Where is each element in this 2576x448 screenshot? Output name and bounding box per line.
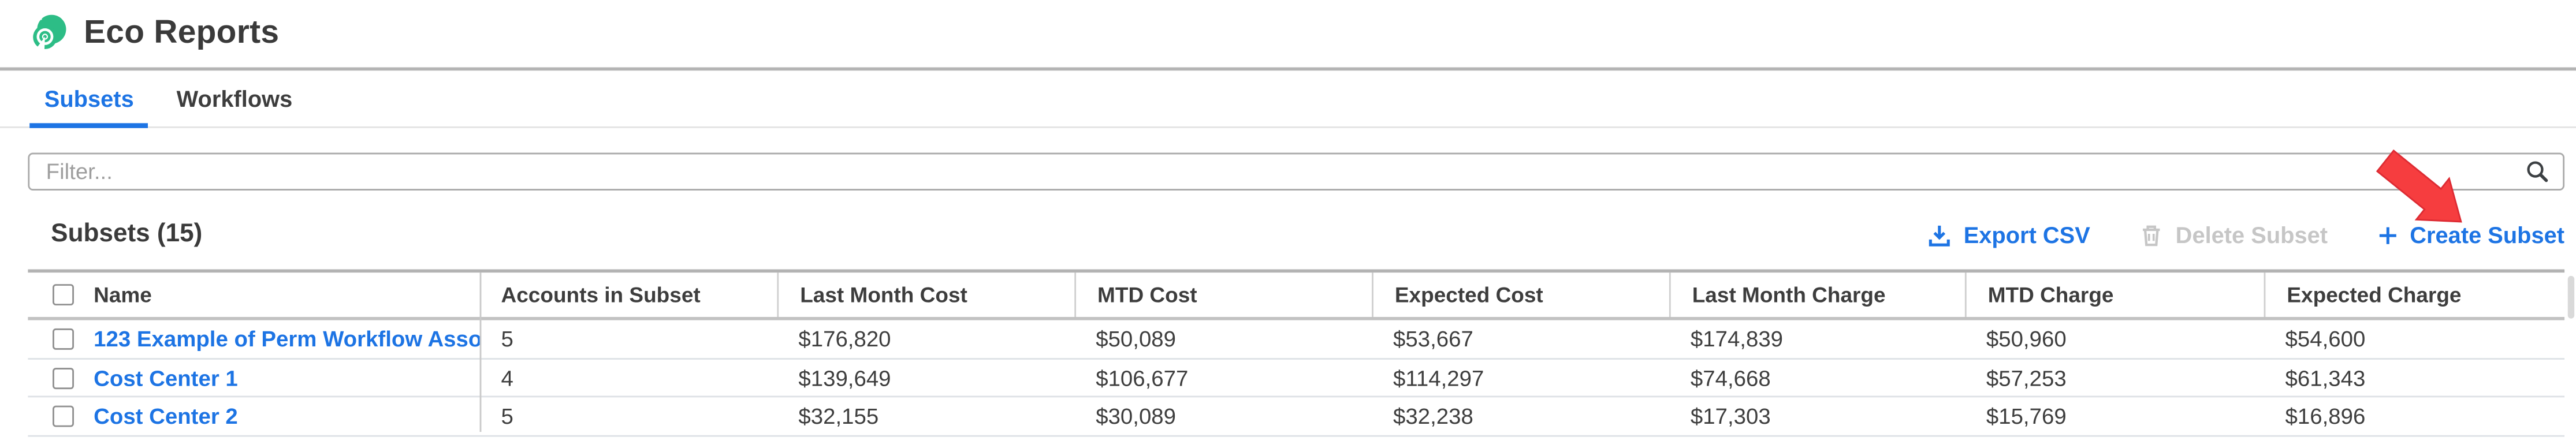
header-cell-last-month-charge: Last Month Charge: [1669, 273, 1965, 318]
mtd-charge-cell: $50,960: [1965, 321, 2264, 358]
expected-cost-cell: $114,297: [1372, 360, 1669, 397]
mtd-cost-cell: $50,089: [1074, 321, 1372, 358]
subset-name-link[interactable]: Cost Center 2: [94, 404, 238, 429]
row-checkbox[interactable]: [53, 367, 74, 389]
expected-cost-cell: $53,667: [1372, 321, 1669, 358]
eco-reports-page: Eco Reports Subsets Workflows Subsets (1…: [0, 0, 2576, 448]
filter-input[interactable]: [28, 153, 2564, 191]
mtd-cost-cell: $106,677: [1074, 360, 1372, 397]
name-column-divider: [479, 273, 481, 432]
download-icon: [1927, 222, 1952, 247]
last-month-charge-cell: $174,839: [1669, 321, 1965, 358]
app-header: Eco Reports: [0, 0, 2576, 70]
table-row: Cost Center 2 5 $32,155 $30,089 $32,238 …: [28, 398, 2564, 436]
expected-charge-cell: $54,600: [2264, 321, 2565, 358]
accounts-in-subset-cell: 5: [480, 398, 777, 435]
header-cell-name: Name: [28, 273, 479, 318]
header-cell-accounts: Accounts in Subset: [480, 273, 777, 318]
name-cell: 123 Example of Perm Workflow Association: [28, 321, 479, 358]
header-name-label: Name: [94, 283, 152, 308]
last-month-cost-cell: $139,649: [777, 360, 1074, 397]
tab-workflows-label: Workflows: [177, 85, 293, 112]
last-month-charge-cell: $74,668: [1669, 360, 1965, 397]
expected-charge-cell: $61,343: [2264, 360, 2565, 397]
page-title: Eco Reports: [84, 15, 279, 53]
accounts-in-subset-cell: 5: [480, 321, 777, 358]
trash-icon: [2139, 222, 2164, 247]
eco-logo-icon: [29, 15, 67, 53]
export-csv-label: Export CSV: [1964, 222, 2090, 248]
header-cell-mtd-charge: MTD Charge: [1965, 273, 2264, 318]
table-row: 123 Example of Perm Workflow Association…: [28, 321, 2564, 360]
mtd-charge-cell: $15,769: [1965, 398, 2264, 435]
table-header-row: Name Accounts in Subset Last Month Cost …: [28, 273, 2564, 320]
export-csv-button[interactable]: Export CSV: [1927, 222, 2090, 248]
create-subset-button[interactable]: Create Subset: [2377, 222, 2564, 248]
table-row: Cost Center 1 4 $139,649 $106,677 $114,2…: [28, 360, 2564, 398]
select-all-checkbox[interactable]: [53, 285, 74, 306]
mtd-charge-cell: $57,253: [1965, 360, 2264, 397]
table-actions: Export CSV Delete Subset Create Subset: [1878, 222, 2564, 248]
expected-cost-cell: $32,238: [1372, 398, 1669, 435]
tab-subsets-label: Subsets: [44, 85, 134, 112]
row-checkbox[interactable]: [53, 406, 74, 427]
section-title: Subsets (15): [51, 220, 202, 249]
tab-bar: Subsets Workflows: [0, 70, 2576, 128]
header-cell-expected-cost: Expected Cost: [1372, 273, 1669, 318]
expected-charge-cell: $16,896: [2264, 398, 2565, 435]
subsets-table: Name Accounts in Subset Last Month Cost …: [28, 270, 2564, 437]
section-bar: Subsets (15) Export CSV Delete Subset: [28, 210, 2564, 259]
table-body: 123 Example of Perm Workflow Association…: [28, 321, 2564, 437]
last-month-cost-cell: $176,820: [777, 321, 1074, 358]
plus-icon: [2377, 224, 2398, 245]
filter-bar: [28, 153, 2564, 191]
tab-workflows[interactable]: Workflows: [162, 70, 307, 126]
subset-name-link[interactable]: 123 Example of Perm Workflow Association: [94, 327, 479, 352]
header-cell-expected-charge: Expected Charge: [2264, 273, 2565, 318]
delete-subset-label: Delete Subset: [2176, 222, 2328, 248]
create-subset-label: Create Subset: [2410, 222, 2564, 248]
search-icon: [2525, 159, 2550, 184]
last-month-charge-cell: $17,303: [1669, 398, 1965, 435]
table-scrollbar[interactable]: [2568, 277, 2574, 319]
header-cell-mtd-cost: MTD Cost: [1074, 273, 1372, 318]
subset-name-link[interactable]: Cost Center 1: [94, 365, 238, 390]
name-cell: Cost Center 1: [28, 360, 479, 397]
delete-subset-button[interactable]: Delete Subset: [2139, 222, 2328, 248]
accounts-in-subset-cell: 4: [480, 360, 777, 397]
name-cell: Cost Center 2: [28, 398, 479, 435]
mtd-cost-cell: $30,089: [1074, 398, 1372, 435]
tab-subsets[interactable]: Subsets: [29, 70, 148, 126]
last-month-cost-cell: $32,155: [777, 398, 1074, 435]
header-cell-last-month-cost: Last Month Cost: [777, 273, 1074, 318]
screenshot-viewport: Eco Reports Subsets Workflows Subsets (1…: [0, 0, 2576, 448]
row-checkbox[interactable]: [53, 328, 74, 350]
